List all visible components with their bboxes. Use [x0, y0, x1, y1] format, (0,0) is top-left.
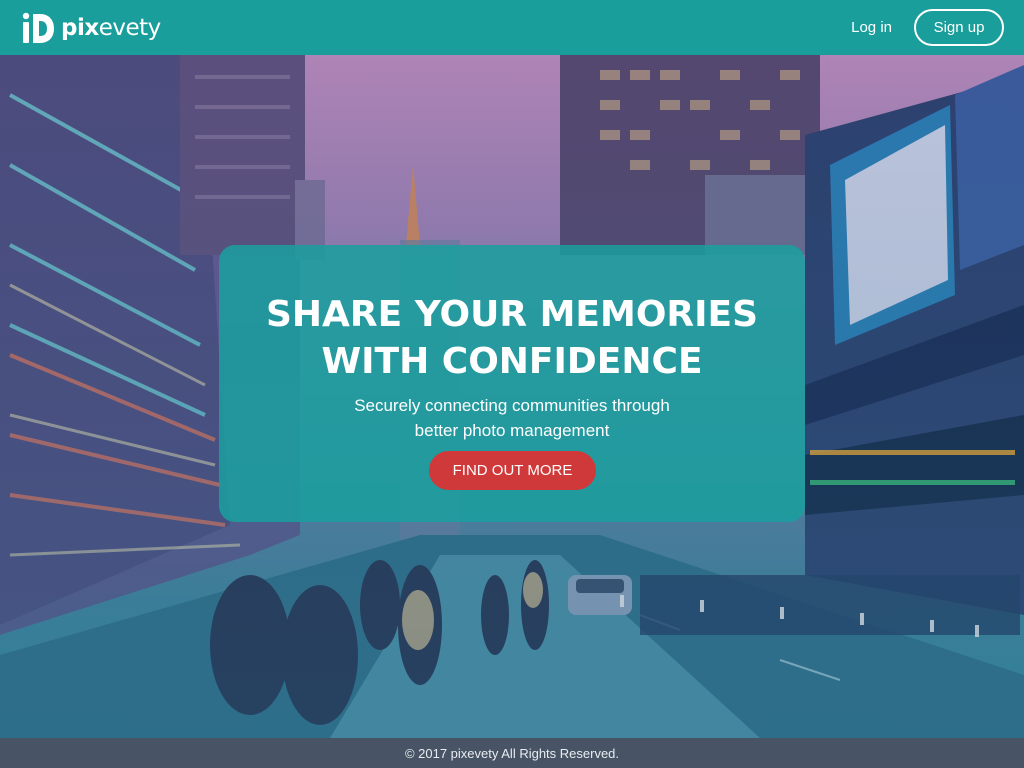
hero-subtitle: Securely connecting communities through …	[219, 393, 805, 443]
hero-title-line-1: SHARE YOUR MEMORIES	[265, 294, 759, 335]
header-nav: Log in Sign up	[851, 9, 1004, 46]
brand-name-suffix: evety	[98, 14, 162, 41]
hero-subtitle-line-2: better photo management	[414, 421, 610, 440]
hero-title-line-2: WITH CONFIDENCE	[321, 341, 703, 382]
brand-name-prefix: pix	[61, 14, 99, 41]
brand-logo-link[interactable]: pixevety	[18, 9, 161, 47]
copyright-text: © 2017 pixevety All Rights Reserved.	[404, 745, 620, 761]
top-nav-bar: pixevety Log in Sign up	[0, 0, 1024, 55]
login-link[interactable]: Log in	[851, 19, 892, 36]
find-out-more-button[interactable]: FIND OUT MORE	[429, 451, 596, 490]
pixevety-logo-icon	[22, 12, 54, 43]
hero-card: SHARE YOUR MEMORIES WITH CONFIDENCE Secu…	[219, 245, 805, 522]
brand-name: pixevety	[61, 15, 161, 41]
hero-subtitle-line-1: Securely connecting communities through	[354, 396, 670, 415]
signup-button[interactable]: Sign up	[914, 9, 1004, 46]
page-footer: © 2017 pixevety All Rights Reserved.	[0, 738, 1024, 768]
hero-title: SHARE YOUR MEMORIES WITH CONFIDENCE	[219, 291, 805, 385]
